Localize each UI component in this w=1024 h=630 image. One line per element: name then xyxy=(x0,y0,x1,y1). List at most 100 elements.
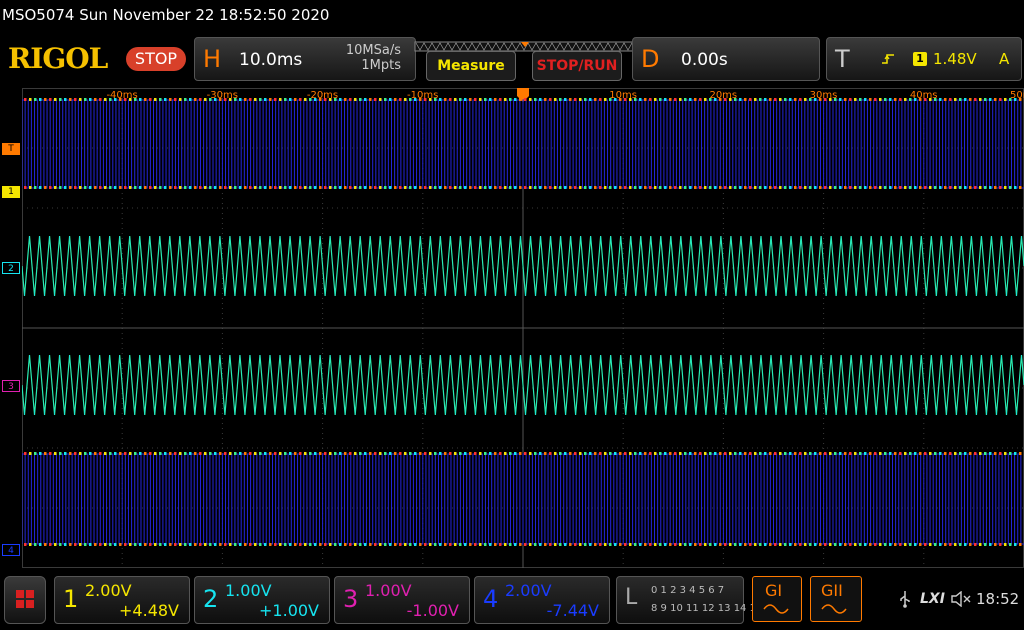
lower-rail-dots xyxy=(854,186,857,189)
upper-rail-dots-ch4 xyxy=(619,452,622,455)
upper-rail-dots xyxy=(714,98,717,101)
measure-button[interactable]: Measure xyxy=(426,51,516,81)
upper-rail-dots-ch4 xyxy=(124,452,127,455)
gen2-label: GII xyxy=(821,581,843,600)
lower-rail-dots-ch4 xyxy=(634,543,637,546)
upper-rail-dots-ch4 xyxy=(834,452,837,455)
upper-rail-dots-ch4 xyxy=(629,452,632,455)
upper-rail-dots-ch4 xyxy=(669,452,672,455)
lower-rail-dots-ch4 xyxy=(209,543,212,546)
upper-rail-dots-ch4 xyxy=(649,452,652,455)
lower-rail-dots-ch4 xyxy=(64,543,67,546)
upper-rail-dots xyxy=(279,98,282,101)
horizontal-panel[interactable]: H 10.0ms 10MSa/s 1Mpts xyxy=(194,37,416,81)
upper-rail-dots xyxy=(889,98,892,101)
upper-rail-dots xyxy=(699,98,702,101)
channel-4-box[interactable]: 4 2.00V -7.44V xyxy=(474,576,610,624)
trigger-mode: A xyxy=(999,50,1010,68)
ch2-number: 2 xyxy=(203,585,219,613)
logic-analyzer-box[interactable]: L 0 1 2 3 4 5 6 7 8 9 10 11 12 13 14 15 xyxy=(616,576,762,624)
trigger-level-marker[interactable]: T xyxy=(2,143,20,155)
lower-rail-dots xyxy=(329,186,332,189)
memory-overview-bar[interactable] xyxy=(414,38,653,52)
lower-rail-dots-ch4 xyxy=(999,543,1002,546)
upper-rail-dots-ch4 xyxy=(304,452,307,455)
upper-rail-dots xyxy=(559,98,562,101)
lower-rail-dots xyxy=(34,186,37,189)
upper-rail-dots-ch4 xyxy=(44,452,47,455)
lower-rail-dots-ch4 xyxy=(819,543,822,546)
lower-rail-dots xyxy=(234,186,237,189)
lower-rail-dots-ch4 xyxy=(614,543,617,546)
lower-rail-dots-ch4 xyxy=(34,543,37,546)
menu-button[interactable] xyxy=(4,576,46,624)
upper-rail-dots-ch4 xyxy=(899,452,902,455)
ch4-offset-marker[interactable]: 4 xyxy=(2,544,20,556)
lower-rail-dots-ch4 xyxy=(169,543,172,546)
stop-run-button[interactable]: STOP/RUN xyxy=(532,51,622,81)
waveform-display[interactable]: -40ms-30ms-20ms-10ms010ms20ms30ms40ms50m… xyxy=(21,88,1024,568)
upper-rail-dots xyxy=(794,98,797,101)
lower-rail-dots xyxy=(514,186,517,189)
upper-rail-dots-ch4 xyxy=(819,452,822,455)
ch3-offset-marker[interactable]: 3 xyxy=(2,380,20,392)
lower-rail-dots xyxy=(189,186,192,189)
channel-2-box[interactable]: 2 1.00V +1.00V xyxy=(194,576,330,624)
lower-rail-dots xyxy=(69,186,72,189)
lower-rail-dots-ch4 xyxy=(469,543,472,546)
upper-rail-dots-ch4 xyxy=(809,452,812,455)
upper-rail-dots-ch4 xyxy=(54,452,57,455)
ch2-offset-marker[interactable]: 2 xyxy=(2,262,20,274)
ch1-offset-marker[interactable]: 1 xyxy=(2,186,20,198)
speaker-muted-icon[interactable] xyxy=(950,591,972,607)
lower-rail-dots-ch4 xyxy=(44,543,47,546)
upper-rail-dots xyxy=(484,98,487,101)
lower-rail-dots xyxy=(684,186,687,189)
run-state-indicator[interactable]: STOP xyxy=(126,47,186,71)
lower-rail-dots xyxy=(44,186,47,189)
upper-rail-dots-ch4 xyxy=(519,452,522,455)
upper-rail-dots-ch4 xyxy=(979,452,982,455)
upper-rail-dots-ch4 xyxy=(339,452,342,455)
lower-rail-dots-ch4 xyxy=(279,543,282,546)
lower-rail-dots-ch4 xyxy=(914,543,917,546)
trigger-panel[interactable]: T 1 1.48V A xyxy=(826,37,1022,81)
lower-rail-dots xyxy=(84,186,87,189)
lower-rail-dots xyxy=(829,186,832,189)
channel-3-box[interactable]: 3 1.00V -1.00V xyxy=(334,576,470,624)
lower-rail-dots xyxy=(199,186,202,189)
upper-rail-dots-ch4 xyxy=(444,452,447,455)
generator-1-button[interactable]: GI xyxy=(752,576,802,622)
lower-rail-dots xyxy=(409,186,412,189)
lower-rail-dots-ch4 xyxy=(384,543,387,546)
upper-rail-dots-ch4 xyxy=(944,452,947,455)
channel-1-box[interactable]: 1 2.00V +4.48V xyxy=(54,576,190,624)
upper-rail-dots xyxy=(459,98,462,101)
lower-rail-dots-ch4 xyxy=(149,543,152,546)
lower-rail-dots xyxy=(999,186,1002,189)
lower-rail-dots xyxy=(89,186,92,189)
upper-rail-dots xyxy=(124,98,127,101)
upper-rail-dots-ch4 xyxy=(229,452,232,455)
lower-rail-dots xyxy=(934,186,937,189)
lower-rail-dots-ch4 xyxy=(849,543,852,546)
lower-rail-dots xyxy=(454,186,457,189)
lower-rail-dots xyxy=(834,186,837,189)
sample-rate: 10MSa/s xyxy=(345,43,401,58)
lower-rail-dots xyxy=(749,186,752,189)
lower-rail-dots xyxy=(244,186,247,189)
lower-rail-dots xyxy=(449,186,452,189)
upper-rail-dots xyxy=(244,98,247,101)
lower-rail-dots-ch4 xyxy=(39,543,42,546)
upper-rail-dots xyxy=(209,98,212,101)
lower-rail-dots-ch4 xyxy=(969,543,972,546)
upper-rail-dots xyxy=(1014,98,1017,101)
upper-rail-dots xyxy=(379,98,382,101)
generator-2-button[interactable]: GII xyxy=(810,576,862,622)
upper-rail-dots xyxy=(119,98,122,101)
lower-rail-dots xyxy=(889,186,892,189)
lower-rail-dots xyxy=(79,186,82,189)
delay-panel[interactable]: D 0.00s xyxy=(632,37,820,81)
upper-rail-dots-ch4 xyxy=(29,452,32,455)
upper-rail-dots-ch4 xyxy=(209,452,212,455)
